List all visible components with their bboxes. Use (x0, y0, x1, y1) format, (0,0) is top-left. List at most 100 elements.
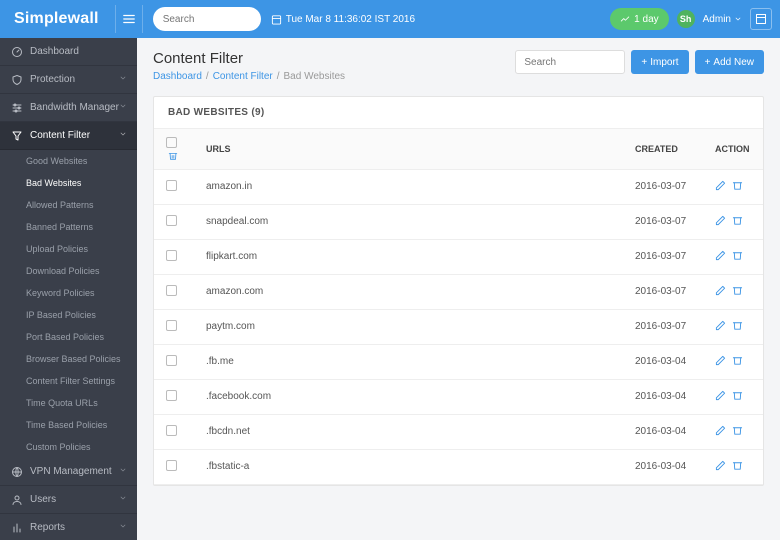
crumb-content-filter[interactable]: Content Filter (213, 71, 273, 82)
sidebar-item-label: VPN Management (30, 466, 112, 477)
trash-icon[interactable] (732, 463, 743, 474)
cell-created: 2016-03-07 (623, 169, 703, 204)
row-checkbox[interactable] (166, 460, 177, 471)
cell-created: 2016-03-04 (623, 414, 703, 449)
cell-created: 2016-03-07 (623, 239, 703, 274)
sidebar-item-dashboard[interactable]: Dashboard (0, 38, 137, 66)
trash-icon[interactable] (732, 183, 743, 194)
trash-icon[interactable] (732, 288, 743, 299)
sidebar-sub-download-policies[interactable]: Download Policies (0, 260, 137, 282)
row-checkbox[interactable] (166, 425, 177, 436)
brand-logo: Simplewall (8, 10, 115, 28)
edit-icon[interactable] (715, 288, 726, 299)
edit-icon[interactable] (715, 218, 726, 229)
chevron-down-icon (119, 522, 127, 533)
data-table: URLS CREATED ACTION amazon.in2016-03-07s… (154, 128, 763, 485)
edit-icon[interactable] (715, 358, 726, 369)
table-row: .fbstatic-a2016-03-04 (154, 449, 763, 484)
trash-icon[interactable] (732, 218, 743, 229)
edit-icon[interactable] (715, 253, 726, 264)
row-checkbox[interactable] (166, 215, 177, 226)
sidebar-sub-banned-patterns[interactable]: Banned Patterns (0, 216, 137, 238)
row-checkbox[interactable] (166, 250, 177, 261)
sidebar-item-label: Users (30, 494, 56, 505)
row-checkbox[interactable] (166, 355, 177, 366)
sidebar-item-label: Bandwidth Manager (30, 102, 119, 113)
col-action: ACTION (703, 129, 763, 170)
table-row: flipkart.com2016-03-07 (154, 239, 763, 274)
data-panel: BAD WEBSITES (9) URLS CREATED ACTION ama… (153, 96, 764, 486)
sidebar-sub-content-filter-settings[interactable]: Content Filter Settings (0, 370, 137, 392)
cell-url: .facebook.com (194, 379, 623, 414)
time-range-pill[interactable]: 1 day (610, 8, 668, 30)
sidebar-item-label: Reports (30, 522, 65, 533)
trash-icon[interactable] (732, 253, 743, 264)
add-new-button[interactable]: +Add New (695, 50, 764, 74)
cell-url: snapdeal.com (194, 204, 623, 239)
sidebar-sub-browser-based-policies[interactable]: Browser Based Policies (0, 348, 137, 370)
sidebar-item-users[interactable]: Users (0, 486, 137, 514)
trash-icon[interactable] (732, 393, 743, 404)
sidebar-sub-good-websites[interactable]: Good Websites (0, 150, 137, 172)
sidebar-sub-allowed-patterns[interactable]: Allowed Patterns (0, 194, 137, 216)
row-checkbox[interactable] (166, 390, 177, 401)
sidebar-sub-time-based-policies[interactable]: Time Based Policies (0, 414, 137, 436)
edit-icon[interactable] (715, 393, 726, 404)
cell-url: paytm.com (194, 309, 623, 344)
sidebar-sub-port-based-policies[interactable]: Port Based Policies (0, 326, 137, 348)
cell-url: .fbcdn.net (194, 414, 623, 449)
sidebar-item-reports[interactable]: Reports (0, 514, 137, 540)
sidebar-item-content-filter[interactable]: Content Filter (0, 122, 137, 150)
edit-icon[interactable] (715, 463, 726, 474)
layout-toggle[interactable] (750, 8, 772, 30)
cell-created: 2016-03-07 (623, 274, 703, 309)
top-search[interactable] (153, 7, 261, 31)
edit-icon[interactable] (715, 183, 726, 194)
gauge-icon (10, 46, 24, 58)
admin-menu[interactable]: Admin (703, 14, 742, 25)
cell-url: amazon.in (194, 169, 623, 204)
sidebar-sub-ip-based-policies[interactable]: IP Based Policies (0, 304, 137, 326)
sidebar-sub-keyword-policies[interactable]: Keyword Policies (0, 282, 137, 304)
sidebar-item-protection[interactable]: Protection (0, 66, 137, 94)
page-search[interactable] (515, 50, 625, 74)
sidebar-item-vpn-management[interactable]: VPN Management (0, 458, 137, 486)
cell-url: amazon.com (194, 274, 623, 309)
calendar-icon (271, 14, 282, 25)
sidebar-sub-custom-policies[interactable]: Custom Policies (0, 436, 137, 458)
sidebar-sub-bad-websites[interactable]: Bad Websites (0, 172, 137, 194)
topbar: Simplewall Tue Mar 8 11:36:02 IST 2016 1… (0, 0, 780, 38)
chevron-down-icon (119, 74, 127, 85)
row-checkbox[interactable] (166, 320, 177, 331)
breadcrumb: Dashboard/ Content Filter/ Bad Websites (153, 71, 345, 82)
import-button[interactable]: +Import (631, 50, 688, 74)
trash-icon[interactable] (732, 323, 743, 334)
sidebar-item-bandwidth-manager[interactable]: Bandwidth Manager (0, 94, 137, 122)
row-checkbox[interactable] (166, 285, 177, 296)
funnel-icon (10, 130, 24, 142)
table-row: .facebook.com2016-03-04 (154, 379, 763, 414)
crumb-dashboard[interactable]: Dashboard (153, 71, 202, 82)
sidebar-sub-upload-policies[interactable]: Upload Policies (0, 238, 137, 260)
row-checkbox[interactable] (166, 180, 177, 191)
security-status-icon[interactable]: Sh (677, 10, 695, 28)
sidebar-sub-time-quota-urls[interactable]: Time Quota URLs (0, 392, 137, 414)
chevron-down-icon (119, 102, 127, 113)
crumb-current: Bad Websites (284, 71, 346, 82)
cell-created: 2016-03-07 (623, 204, 703, 239)
menu-toggle[interactable] (115, 5, 143, 33)
edit-icon[interactable] (715, 323, 726, 334)
panel-title: BAD WEBSITES (9) (154, 97, 763, 128)
trash-icon[interactable] (168, 151, 178, 161)
page-title: Content Filter (153, 50, 345, 67)
col-created: CREATED (623, 129, 703, 170)
trash-icon[interactable] (732, 358, 743, 369)
sliders-icon (10, 102, 24, 114)
sidebar: DashboardProtection Bandwidth Manager Cont… (0, 38, 137, 540)
chevron-down-icon (734, 15, 742, 23)
trash-icon[interactable] (732, 428, 743, 439)
chevron-down-icon (119, 494, 127, 505)
globe-icon (10, 466, 24, 478)
edit-icon[interactable] (715, 428, 726, 439)
select-all-checkbox[interactable] (166, 137, 177, 148)
